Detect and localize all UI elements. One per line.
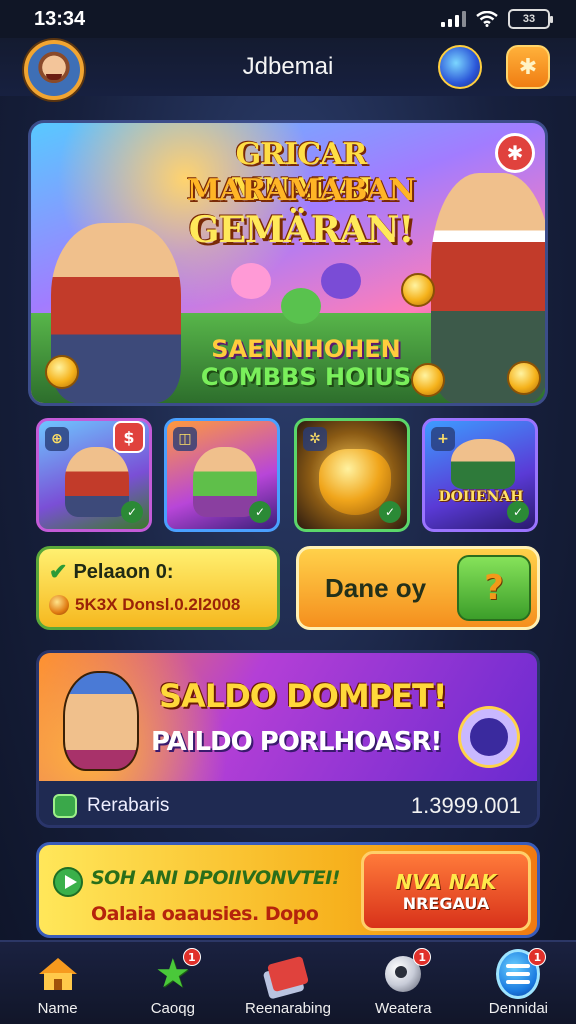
globe-icon[interactable] [438, 45, 482, 89]
wifi-icon [476, 11, 498, 27]
notification-badge: 1 [528, 948, 547, 966]
check-icon: ✓ [121, 501, 143, 523]
nav-label: Weatera [375, 1000, 432, 1017]
star-icon: ★ 1 [151, 948, 201, 996]
promo-bar-button-line1: NVA NAK [395, 869, 497, 894]
app-header: Jdbemai ✱ [0, 38, 576, 100]
promo-title: SALDO DOMPET! [159, 677, 447, 715]
battery-level: 33 [522, 13, 536, 25]
nav-item-menu[interactable]: 1 Dennidai [461, 942, 576, 1024]
promo-bar-button[interactable]: NVA NAK NREGAUA [361, 851, 531, 931]
nav-label: Caoqg [150, 1000, 195, 1017]
bottom-nav: Name ★ 1 Caoqg Reenarabing 1 Weatera 1 D… [0, 940, 576, 1024]
game-tile[interactable]: ✲ ✓ [294, 418, 410, 532]
promo-bar-headline: SOH ANI DPOIIVONVTEI! [91, 867, 340, 889]
tile-corner-icon: ✲ [303, 427, 327, 451]
ring-icon [461, 709, 517, 765]
wallet-promo-panel[interactable]: SALDO DOMPET! PAILDO PORLHOASR! Rerabari… [36, 650, 540, 828]
play-icon [53, 867, 83, 897]
balance-label: Pelaaon 0: [73, 560, 174, 583]
menu-icon: 1 [496, 948, 547, 999]
star-button[interactable]: ✱ [506, 45, 550, 89]
checkmark-icon: ✔ [49, 559, 68, 584]
coin-icon [49, 595, 69, 615]
promo-subtitle: PAILDO PORLHOASR! [151, 727, 442, 757]
star-icon: ✱ [518, 54, 538, 80]
game-tile[interactable]: ⊕ $ ✓ [36, 418, 152, 532]
signal-icon [441, 11, 466, 27]
tile-corner-icon: + [431, 427, 455, 451]
cards-icon [266, 952, 310, 996]
hero-banner[interactable]: GRICAR MNAUAI MARAMABAN GEMÄRAN! SAENNHO… [28, 120, 548, 406]
check-icon: ✓ [507, 501, 529, 523]
balance-value-row: 5K3X Donsl.0.2l2008 [49, 595, 267, 615]
ball-icon: 1 [381, 948, 432, 996]
nav-item-games[interactable]: ★ 1 Caoqg [115, 942, 230, 1024]
nav-label: Name [37, 1000, 78, 1017]
bonus-promo-bar[interactable]: SOH ANI DPOIIVONVTEI! Oalaia oaausies. D… [36, 842, 540, 938]
action-label: Dane oy [325, 572, 427, 603]
promo-banner: SALDO DOMPET! PAILDO PORLHOASR! [39, 653, 537, 781]
promo-footer-label: Rerabaris [87, 795, 170, 816]
game-tile[interactable]: ◫ ✓ [164, 418, 280, 532]
tile-character-icon [451, 439, 515, 489]
action-card[interactable]: Dane oy ? [296, 546, 540, 630]
leaf-icon [53, 794, 77, 818]
coin-icon [45, 355, 79, 389]
check-icon: ✓ [379, 501, 401, 523]
game-tile[interactable]: + DOIIENAH ✓ [422, 418, 538, 532]
nav-item-ranking[interactable]: Reenarabing [230, 942, 345, 1024]
question-icon: ? [484, 568, 504, 608]
green-creature-icon [281, 288, 321, 324]
hero-subtitle-line1: SAENNHOHEN [211, 335, 401, 363]
promo-footer: Rerabaris 1.3999.001 [39, 781, 537, 825]
balance-card[interactable]: ✔ Pelaaon 0: 5K3X Donsl.0.2l2008 [36, 546, 280, 630]
nav-item-weather[interactable]: 1 Weatera [346, 942, 461, 1024]
status-icons: 33 [441, 9, 553, 29]
tile-character-icon [193, 447, 257, 517]
coin-icon [401, 273, 435, 307]
promo-footer-left: Rerabaris [53, 794, 169, 818]
hero-title-line2: MARAMABAN [186, 173, 416, 208]
promo-bar-description: Oalaia oaausies. Dopo [91, 903, 319, 925]
pink-creature-icon [231, 263, 271, 299]
tile-badge-icon: $ [113, 421, 145, 453]
help-button[interactable]: ? [457, 555, 531, 621]
promo-bar-button-line2: NREGAUA [402, 893, 490, 913]
hero-avatar-icon[interactable] [24, 40, 84, 100]
nav-item-home[interactable]: Name [0, 942, 115, 1024]
game-tiles: ⊕ $ ✓ ◫ ✓ ✲ ✓ + DOIIENAH ✓ [36, 418, 540, 534]
tile-corner-icon: ◫ [173, 427, 197, 451]
battery-icon: 33 [508, 9, 553, 29]
home-icon [36, 952, 80, 996]
purple-creature-icon [321, 263, 361, 299]
check-icon: ✓ [249, 501, 271, 523]
notification-badge: 1 [413, 948, 432, 966]
tile-character-icon [65, 447, 129, 517]
nav-label: Reenarabing [245, 1000, 331, 1017]
status-bar: 13:34 33 [0, 0, 576, 38]
notification-badge: 1 [182, 948, 201, 966]
app-title: Jdbemai [242, 53, 334, 80]
promo-character-icon [63, 671, 139, 771]
status-time: 13:34 [34, 7, 86, 30]
hero-subtitle-line2: COMBBS HOIUS [200, 363, 412, 391]
nav-label: Dennidai [488, 1000, 549, 1017]
tile-corner-icon: ⊕ [45, 427, 69, 451]
hero-badge-icon[interactable]: ✱ [495, 133, 535, 173]
promo-footer-value: 1.3999.001 [410, 793, 521, 818]
coin-icon [507, 361, 541, 395]
balance-label-row: ✔ Pelaaon 0: [49, 559, 267, 585]
hero-title-line3: GEMÄRAN! [188, 209, 415, 251]
balance-value: 5K3X Donsl.0.2l2008 [75, 595, 241, 614]
